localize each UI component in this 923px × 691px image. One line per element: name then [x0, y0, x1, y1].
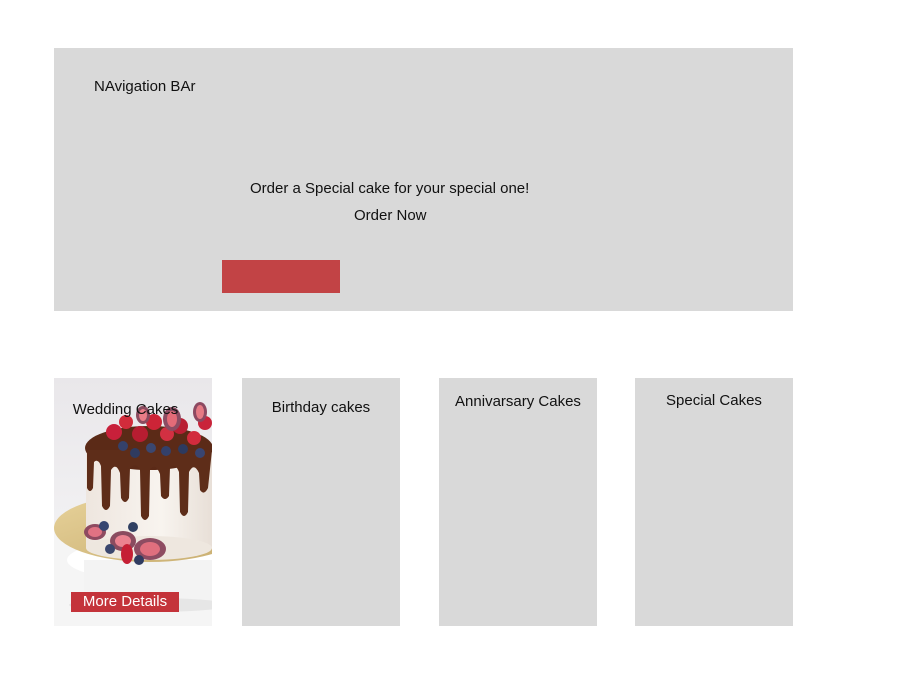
card-title: Wedding Cakes: [72, 401, 179, 418]
hero-banner: NAvigation BAr Order a Special cake for …: [54, 48, 793, 311]
card-special-cakes[interactable]: Special Cakes: [635, 378, 793, 626]
navigation-bar-label: NAvigation BAr: [94, 78, 196, 95]
order-now-link[interactable]: Order Now: [354, 207, 427, 224]
card-title: Annivarsary Cakes: [455, 393, 581, 410]
more-details-button[interactable]: More Details: [71, 592, 179, 612]
hero-tagline: Order a Special cake for your special on…: [250, 180, 530, 197]
card-birthday-cakes[interactable]: Birthday cakes: [242, 378, 400, 626]
card-wedding-cakes[interactable]: Wedding Cakes More Details: [54, 378, 212, 626]
order-button[interactable]: [222, 260, 340, 293]
card-title: Birthday cakes: [271, 399, 371, 416]
card-title: Special Cakes: [666, 392, 762, 409]
card-anniversary-cakes[interactable]: Annivarsary Cakes: [439, 378, 597, 626]
